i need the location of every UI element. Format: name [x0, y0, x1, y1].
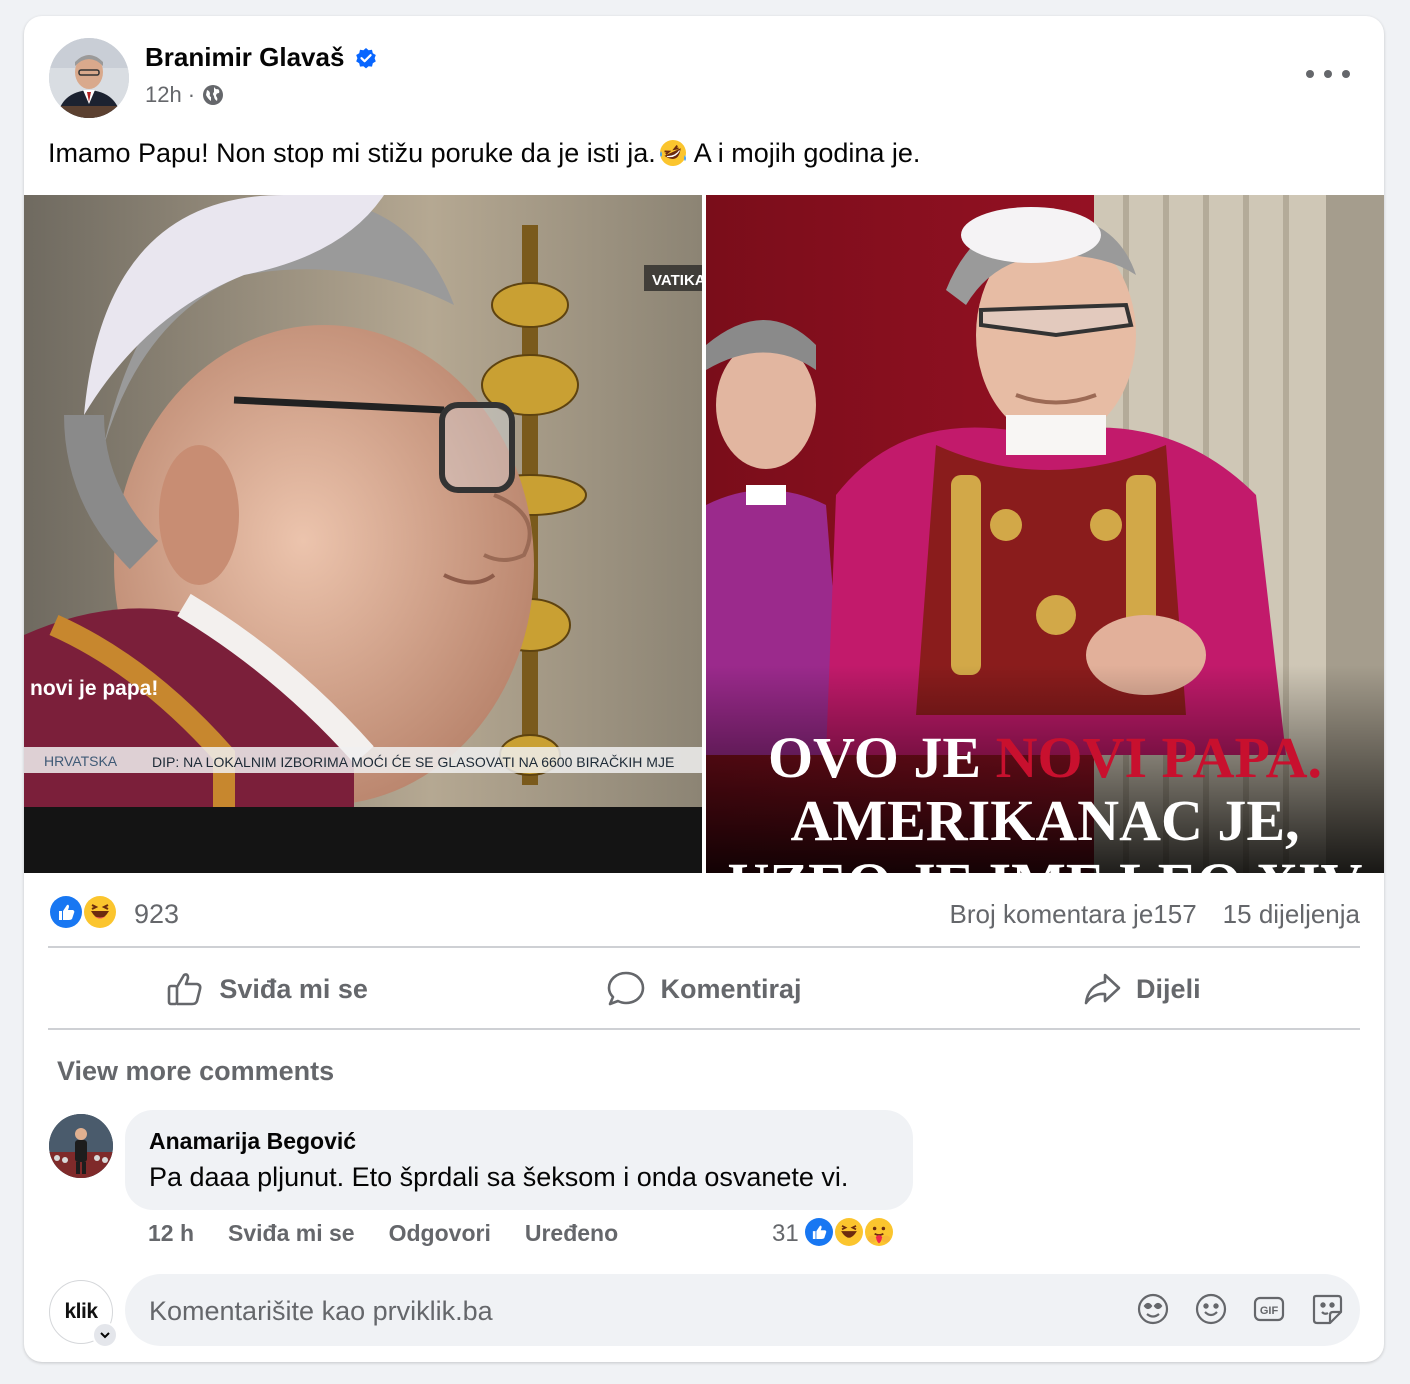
- comment-like-button[interactable]: Sviđa mi se: [228, 1220, 355, 1247]
- emoji-icon[interactable]: [1194, 1292, 1228, 1326]
- ticker-text: DIP: NA LOKALNIM IZBORIMA MOĆI ĆE SE GLA…: [152, 754, 674, 770]
- post-text: Imamo Papu! Non stop mi stižu poruke da …: [48, 138, 920, 169]
- share-arrow-icon: [1084, 973, 1121, 1005]
- comment-edited-label[interactable]: Uređeno: [525, 1220, 618, 1247]
- meta-separator: ·: [187, 82, 196, 107]
- thumbs-up-icon: [168, 973, 202, 1006]
- gif-icon[interactable]: GIF: [1252, 1292, 1286, 1326]
- comment-label: Komentiraj: [660, 973, 802, 1004]
- author-name[interactable]: Branimir Glavaš: [145, 42, 378, 73]
- comment-actions: 12 h Sviđa mi se Odgovori Uređeno: [148, 1220, 618, 1247]
- comment-reply-button[interactable]: Odgovori: [389, 1220, 491, 1247]
- post-card: Branimir Glavaš 12h · Imamo Papu! Non st…: [24, 16, 1384, 1362]
- comments-count[interactable]: Broj komentara je157: [950, 899, 1197, 930]
- commenter-avatar[interactable]: [49, 1114, 113, 1178]
- comment-input[interactable]: [147, 1274, 1051, 1348]
- comment-bubble: Anamarija Begović Pa daaa pljunut. Eto š…: [125, 1110, 913, 1210]
- care-reaction-icon: [862, 1216, 899, 1252]
- globe-icon: [203, 85, 224, 105]
- divider-top: [48, 946, 1360, 948]
- commenter-name[interactable]: Anamarija Begović: [149, 1128, 356, 1155]
- overlay-line-1: OVO JE NOVI PAPA.: [768, 725, 1322, 790]
- view-more-comments-link[interactable]: View more comments: [57, 1056, 334, 1087]
- post-time[interactable]: 12h: [145, 82, 182, 108]
- post-text-end: A i mojih godina je.: [693, 138, 921, 168]
- comment-reactions[interactable]: 31: [772, 1216, 899, 1252]
- avatar-sticker-icon[interactable]: [1136, 1292, 1170, 1326]
- svg-text:GIF: GIF: [1260, 1305, 1279, 1317]
- overlay-line-2: AMERIKANAC JE,: [790, 788, 1299, 853]
- rofl-emoji-icon: [659, 140, 686, 166]
- more-options-icon[interactable]: [1306, 62, 1350, 86]
- share-label: Dijeli: [1136, 973, 1201, 1004]
- ticker-channel: HRVATSKA: [44, 753, 118, 769]
- post-photos: VATIKA novi je papa! HRVATSKA DIP: NA LO…: [24, 195, 1384, 873]
- photo-right[interactable]: OVO JE NOVI PAPA. AMERIKANAC JE, UZEO JE…: [706, 195, 1384, 873]
- tv-tag: VATIKA: [652, 272, 702, 289]
- post-text-main: Imamo Papu! Non stop mi stižu poruke da …: [48, 138, 656, 168]
- comment-text: Pa daaa pljunut. Eto šprdali sa šeksom i…: [149, 1162, 849, 1192]
- reactions-summary: 923 Broj komentara je157 15 dijeljenja: [48, 892, 1360, 936]
- haha-reaction-icon: [82, 894, 122, 934]
- tv-caption: novi je papa!: [30, 677, 158, 700]
- like-button[interactable]: Sviđa mi se: [48, 969, 485, 1009]
- shares-count[interactable]: 15 dijeljenja: [1223, 899, 1360, 930]
- reactions-count[interactable]: 923: [134, 899, 179, 930]
- like-label: Sviđa mi se: [219, 973, 368, 1004]
- author-avatar[interactable]: [49, 38, 129, 118]
- post-meta: 12h ·: [145, 82, 225, 108]
- composer-icons: GIF: [1136, 1292, 1344, 1326]
- chevron-down-icon[interactable]: [92, 1322, 118, 1348]
- comment-time[interactable]: 12 h: [148, 1220, 194, 1247]
- comment-bubble-icon: [608, 971, 645, 1006]
- divider-bottom: [48, 1028, 1360, 1030]
- sticker-icon[interactable]: [1310, 1292, 1344, 1326]
- verified-badge-icon: [356, 47, 377, 68]
- photo-left[interactable]: VATIKA novi je papa! HRVATSKA DIP: NA LO…: [24, 195, 702, 873]
- current-user-avatar-text: klik: [64, 1300, 98, 1323]
- comment-button[interactable]: Komentiraj: [485, 969, 922, 1009]
- reactions-right: Broj komentara je157 15 dijeljenja: [950, 899, 1360, 930]
- author-name-text[interactable]: Branimir Glavaš: [145, 42, 344, 73]
- comment-reactions-count: 31: [772, 1220, 799, 1247]
- overlay-line-3: UZEO JE IME LEO XIV: [728, 851, 1363, 873]
- post-actions: Sviđa mi se Komentiraj Dijeli: [48, 950, 1360, 1028]
- share-button[interactable]: Dijeli: [923, 969, 1360, 1009]
- reactions-left[interactable]: 923: [48, 894, 179, 934]
- comment-composer: GIF: [125, 1274, 1360, 1348]
